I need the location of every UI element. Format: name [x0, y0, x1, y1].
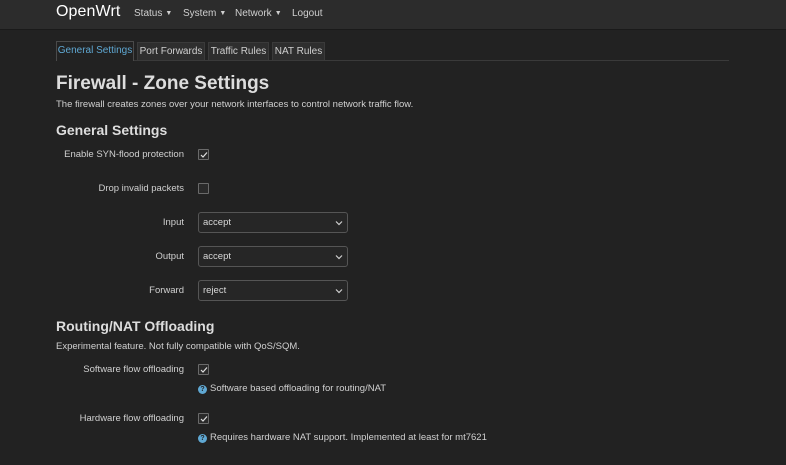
hardware-offloading-checkbox[interactable]: [198, 413, 209, 424]
section-general-settings: General Settings: [56, 122, 168, 138]
help-icon: ?: [198, 385, 207, 394]
tab-port-forwards[interactable]: Port Forwards: [137, 42, 205, 60]
menu-logout[interactable]: Logout: [292, 8, 323, 19]
brand-logo[interactable]: OpenWrt: [56, 3, 120, 21]
chevron-down-icon: [335, 289, 343, 294]
software-offloading-label: Software flow offloading: [83, 364, 184, 375]
tab-bar: General Settings Port Forwards Traffic R…: [56, 40, 729, 61]
output-label: Output: [155, 251, 184, 262]
check-icon: [200, 367, 208, 373]
software-offloading-help: ? Software based offloading for routing/N…: [198, 383, 386, 394]
output-select[interactable]: accept: [198, 246, 348, 267]
tab-general-settings[interactable]: General Settings: [56, 41, 134, 61]
drop-invalid-checkbox[interactable]: [198, 183, 209, 194]
help-icon: ?: [198, 434, 207, 443]
page-title: Firewall - Zone Settings: [56, 73, 270, 94]
menu-label: Network: [235, 8, 272, 19]
menu-label: Logout: [292, 8, 323, 19]
forward-select[interactable]: reject: [198, 280, 348, 301]
offloading-description: Experimental feature. Not fully compatib…: [56, 341, 300, 352]
input-label: Input: [162, 217, 184, 228]
drop-invalid-label: Drop invalid packets: [98, 183, 184, 194]
check-icon: [200, 152, 208, 158]
top-navbar: OpenWrt Status ▼ System ▼ Network ▼ Logout: [0, 0, 786, 30]
software-offloading-help-text: Software based offloading for routing/NA…: [210, 383, 387, 394]
hardware-offloading-help: ? Requires hardware NAT support. Implemen…: [198, 432, 487, 443]
forward-select-value: reject: [203, 285, 227, 296]
section-offloading: Routing/NAT Offloading: [56, 318, 215, 334]
caret-down-icon: ▼: [219, 10, 227, 17]
caret-down-icon: ▼: [274, 10, 282, 17]
tab-traffic-rules[interactable]: Traffic Rules: [208, 42, 269, 60]
caret-down-icon: ▼: [165, 10, 173, 17]
output-select-value: accept: [203, 251, 231, 262]
software-offloading-checkbox[interactable]: [198, 364, 209, 375]
chevron-down-icon: [335, 221, 343, 226]
menu-network[interactable]: Network ▼: [235, 8, 282, 19]
check-icon: [200, 416, 208, 422]
input-select-value: accept: [203, 217, 231, 228]
tab-nat-rules[interactable]: NAT Rules: [272, 42, 325, 60]
hardware-offloading-label: Hardware flow offloading: [79, 413, 184, 424]
chevron-down-icon: [335, 255, 343, 260]
menu-system[interactable]: System ▼: [183, 8, 226, 19]
syn-flood-checkbox[interactable]: [198, 149, 209, 160]
input-select[interactable]: accept: [198, 212, 348, 233]
forward-label: Forward: [149, 285, 184, 296]
page-description: The firewall creates zones over your net…: [56, 99, 414, 110]
hardware-offloading-help-text: Requires hardware NAT support. Implement…: [210, 432, 487, 443]
menu-label: Status: [134, 8, 163, 19]
menu-status[interactable]: Status ▼: [134, 8, 172, 19]
menu-label: System: [183, 8, 217, 19]
syn-flood-label: Enable SYN-flood protection: [64, 149, 184, 160]
